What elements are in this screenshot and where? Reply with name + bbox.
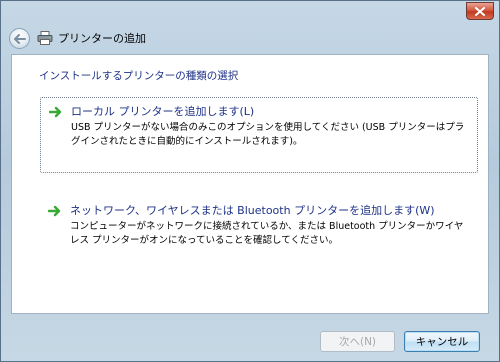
option-network-printer[interactable]: ネットワーク、ワイヤレスまたは Bluetooth プリンターを追加します(W)… <box>40 197 478 251</box>
back-button[interactable] <box>9 28 30 49</box>
wizard-content: インストールするプリンターの種類の選択 ローカル プリンターを追加します(L) … <box>11 54 489 314</box>
option-title: ネットワーク、ワイヤレスまたは Bluetooth プリンターを追加します(W) <box>70 204 435 217</box>
green-arrow-icon <box>49 106 62 118</box>
option-local-printer[interactable]: ローカル プリンターを追加します(L) USB プリンターがない場合のみこのオプ… <box>40 97 478 173</box>
button-bar: 次へ(N) キャンセル <box>1 314 499 361</box>
option-title: ローカル プリンターを追加します(L) <box>71 105 255 118</box>
close-button[interactable] <box>466 2 494 20</box>
cancel-button[interactable]: キャンセル <box>404 331 480 352</box>
page-heading: インストールするプリンターの種類の選択 <box>39 70 239 82</box>
back-arrow-icon <box>13 33 26 44</box>
option-description: USB プリンターがない場合のみこのオプションを使用してください (USB プリ… <box>71 122 465 147</box>
option-description: コンピューターがネットワークに接続されているか、または Bluetooth プリ… <box>70 221 464 246</box>
window-title: プリンターの追加 <box>58 32 146 45</box>
printer-icon <box>37 31 53 45</box>
next-button[interactable]: 次へ(N) <box>320 331 395 352</box>
add-printer-window: プリンターの追加 インストールするプリンターの種類の選択 ローカル プリンターを… <box>0 0 500 362</box>
green-arrow-icon <box>48 205 61 217</box>
title-bar: プリンターの追加 <box>1 1 499 53</box>
close-icon <box>475 6 485 16</box>
